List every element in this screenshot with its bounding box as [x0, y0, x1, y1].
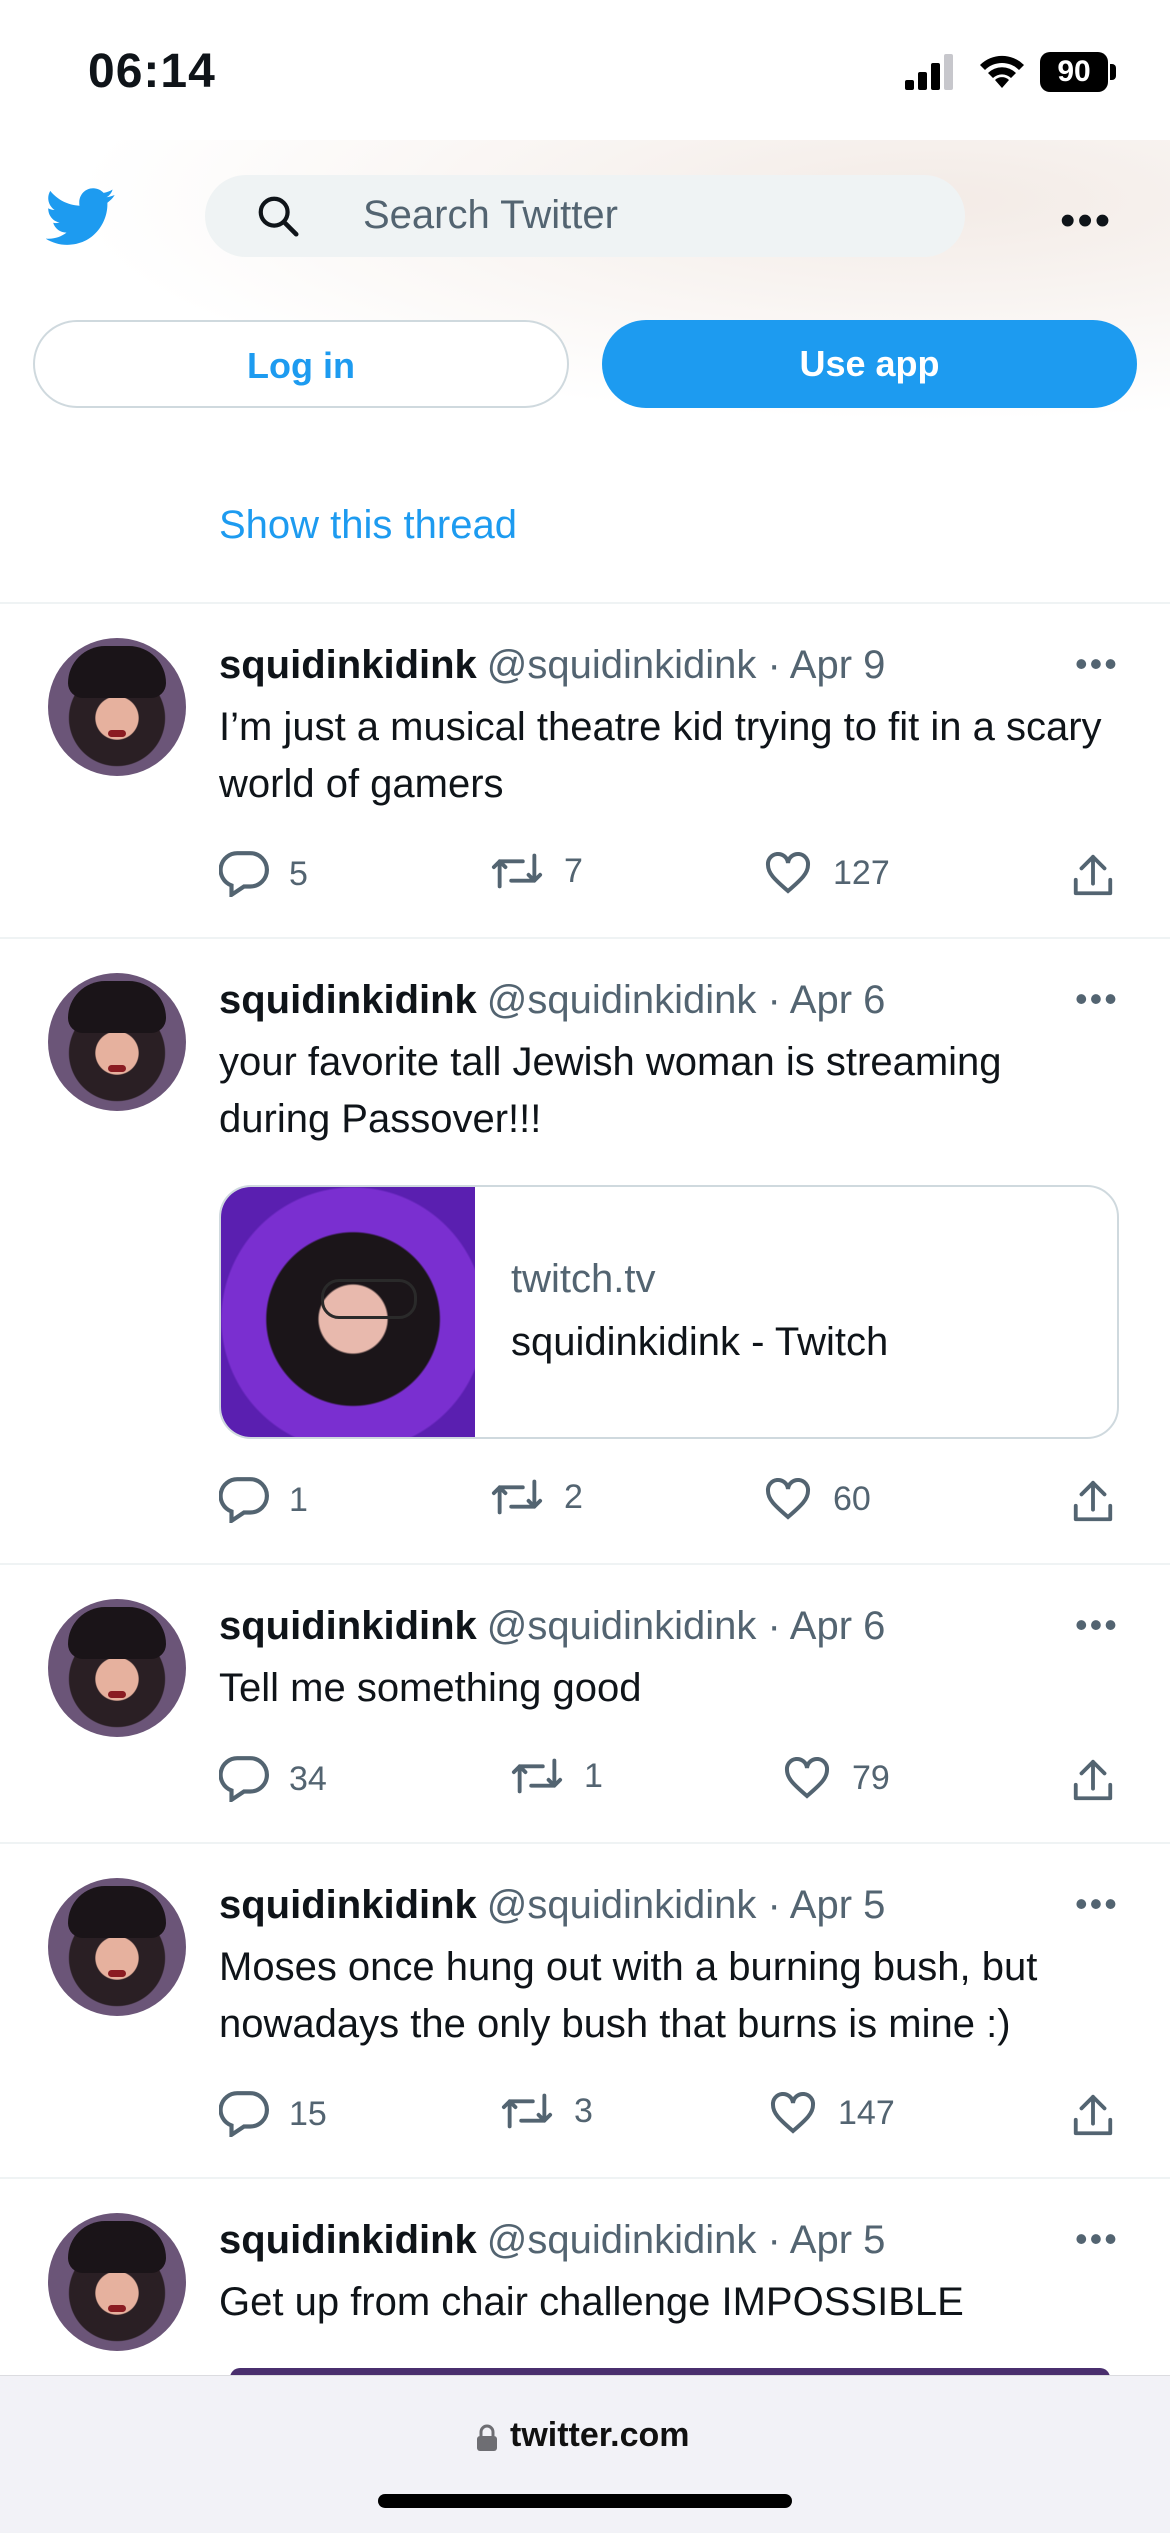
- heart-icon: [784, 1757, 830, 1799]
- status-bar: 06:14 90: [0, 0, 1170, 140]
- status-time: 06:14: [88, 45, 216, 98]
- reply-count: 1: [289, 1480, 308, 1519]
- wifi-icon: [980, 55, 1024, 88]
- more-icon[interactable]: •••: [1075, 2218, 1119, 2260]
- avatar[interactable]: [48, 1878, 186, 2016]
- reply-icon: [219, 1756, 269, 1802]
- tweet[interactable]: squidinkidink @squidinkidink · Apr 9 ••• …: [0, 603, 1170, 937]
- like-button[interactable]: 79: [782, 1756, 890, 1800]
- browser-address-bar[interactable]: twitter.com: [0, 2375, 1170, 2533]
- link-card-title: squidinkidink - Twitch: [511, 1320, 889, 1364]
- reply-button[interactable]: 34: [219, 1756, 327, 1802]
- tweet-handle-date: @squidinkidink · Apr 6: [486, 978, 886, 1022]
- reply-count: 5: [289, 854, 308, 893]
- search-input[interactable]: Search Twitter: [205, 175, 965, 257]
- tweet-author-name[interactable]: squidinkidink: [219, 1604, 477, 1648]
- search-placeholder: Search Twitter: [363, 193, 618, 237]
- tweet-header: squidinkidink @squidinkidink · Apr 5: [219, 2218, 885, 2263]
- tweet-header: squidinkidink @squidinkidink · Apr 5: [219, 1883, 885, 1928]
- home-indicator[interactable]: [378, 2494, 792, 2508]
- tweet-author-name[interactable]: squidinkidink: [219, 1883, 477, 1927]
- tweet-text: I’m just a musical theatre kid trying to…: [219, 705, 1102, 806]
- tweet-header: squidinkidink @squidinkidink · Apr 6: [219, 1604, 885, 1649]
- tweet-handle-date: @squidinkidink · Apr 6: [486, 1604, 886, 1648]
- like-button[interactable]: 60: [763, 1477, 871, 1521]
- share-icon[interactable]: [1070, 1479, 1116, 1525]
- twitter-bird-icon[interactable]: [46, 188, 116, 246]
- retweet-count: 1: [584, 1756, 603, 1795]
- reply-button[interactable]: 5: [219, 851, 308, 897]
- tweet-text: Get up from chair challenge IMPOSSIBLE: [219, 2280, 964, 2324]
- retweet-count: 3: [574, 2091, 593, 2130]
- battery-icon: 90: [1040, 52, 1108, 92]
- reply-count: 34: [289, 1759, 327, 1798]
- use-app-button[interactable]: Use app: [602, 320, 1137, 408]
- tweet-author-name[interactable]: squidinkidink: [219, 978, 477, 1022]
- retweet-button[interactable]: 3: [500, 2091, 593, 2131]
- retweet-icon: [501, 2093, 553, 2129]
- retweet-count: 7: [564, 851, 583, 890]
- like-button[interactable]: 147: [768, 2091, 895, 2135]
- cellular-signal-icon: [905, 54, 953, 90]
- like-count: 127: [833, 853, 890, 892]
- more-icon[interactable]: •••: [1060, 196, 1112, 246]
- more-icon[interactable]: •••: [1075, 978, 1119, 1020]
- more-icon[interactable]: •••: [1075, 1604, 1119, 1646]
- tweet-author-name[interactable]: squidinkidink: [219, 643, 477, 687]
- heart-icon: [770, 2092, 816, 2134]
- tweet[interactable]: squidinkidink @squidinkidink · Apr 6 ••• …: [0, 1564, 1170, 1842]
- search-icon: [258, 196, 299, 237]
- link-card-thumbnail: [221, 1187, 475, 1437]
- share-icon[interactable]: [1070, 2093, 1116, 2139]
- share-icon[interactable]: [1070, 1758, 1116, 1804]
- reply-button[interactable]: 15: [219, 2091, 327, 2137]
- login-button[interactable]: Log in: [33, 320, 569, 408]
- heart-icon: [765, 1478, 811, 1520]
- battery-tip: [1110, 64, 1116, 80]
- tweet-header: squidinkidink @squidinkidink · Apr 6: [219, 978, 885, 1023]
- like-count: 60: [833, 1479, 871, 1518]
- tweet-handle-date: @squidinkidink · Apr 5: [486, 2218, 886, 2262]
- avatar[interactable]: [48, 1599, 186, 1737]
- reply-icon: [219, 1477, 269, 1523]
- lock-icon: [477, 2424, 497, 2451]
- share-icon[interactable]: [1070, 853, 1116, 899]
- reply-count: 15: [289, 2094, 327, 2133]
- retweet-icon: [491, 853, 543, 889]
- link-card[interactable]: twitch.tv squidinkidink - Twitch: [219, 1185, 1119, 1439]
- tweet-author-name[interactable]: squidinkidink: [219, 2218, 477, 2262]
- retweet-count: 2: [564, 1477, 583, 1516]
- tweet-text: Moses once hung out with a burning bush,…: [219, 1945, 1038, 2046]
- like-button[interactable]: 127: [763, 851, 890, 895]
- tweet[interactable]: squidinkidink @squidinkidink · Apr 5 ••• …: [0, 2178, 1170, 2378]
- more-icon[interactable]: •••: [1075, 643, 1119, 685]
- tweet-text: Tell me something good: [219, 1666, 642, 1710]
- show-thread-link[interactable]: Show this thread: [219, 503, 517, 548]
- retweet-button[interactable]: 2: [490, 1477, 583, 1517]
- tweet-header: squidinkidink @squidinkidink · Apr 9: [219, 643, 885, 688]
- reply-button[interactable]: 1: [219, 1477, 308, 1523]
- link-card-domain: twitch.tv: [511, 1257, 656, 1301]
- reply-icon: [219, 2091, 269, 2137]
- retweet-icon: [511, 1758, 563, 1794]
- retweet-button[interactable]: 7: [490, 851, 583, 891]
- avatar[interactable]: [48, 973, 186, 1111]
- tweet[interactable]: squidinkidink @squidinkidink · Apr 5 ••• …: [0, 1843, 1170, 2177]
- like-count: 79: [852, 1758, 890, 1797]
- like-count: 147: [838, 2093, 895, 2132]
- more-icon[interactable]: •••: [1075, 1883, 1119, 1925]
- avatar[interactable]: [48, 638, 186, 776]
- tweet-handle-date: @squidinkidink · Apr 5: [486, 1883, 886, 1927]
- retweet-button[interactable]: 1: [510, 1756, 603, 1796]
- retweet-icon: [491, 1479, 543, 1515]
- reply-icon: [219, 851, 269, 897]
- tweet-text: your favorite tall Jewish woman is strea…: [219, 1040, 1002, 1141]
- avatar[interactable]: [48, 2213, 186, 2351]
- tweet-handle-date: @squidinkidink · Apr 9: [486, 643, 886, 687]
- url-text: twitter.com: [510, 2416, 690, 2454]
- heart-icon: [765, 852, 811, 894]
